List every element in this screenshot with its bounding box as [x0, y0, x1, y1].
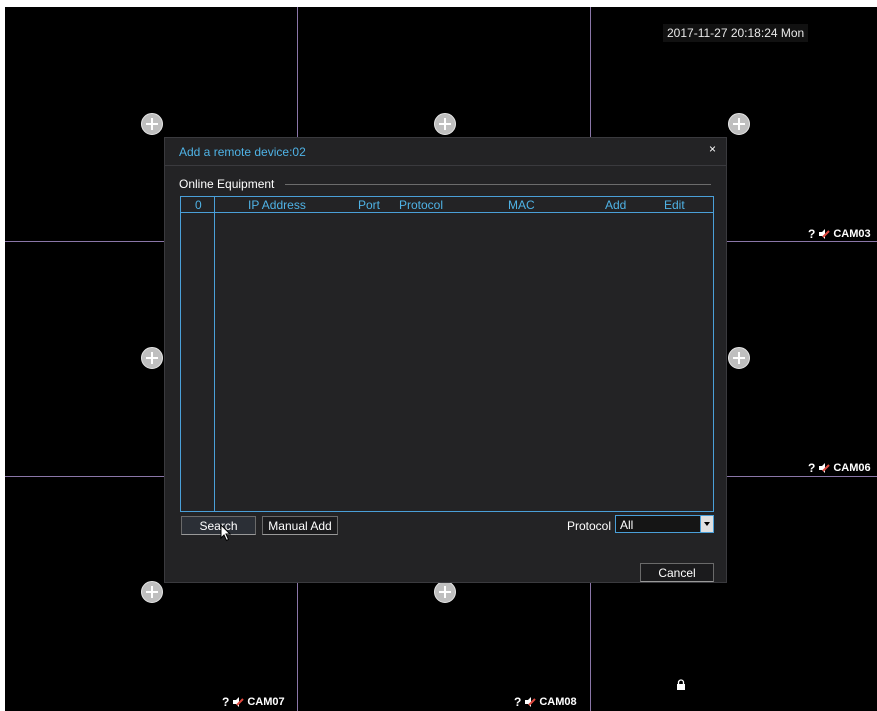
manual-add-button[interactable]: Manual Add: [262, 516, 338, 535]
camera-label-cam06: ? CAM06: [808, 461, 871, 475]
datetime-display: 2017-11-27 20:18:24 Mon: [663, 24, 809, 42]
online-equipment-label: Online Equipment: [179, 177, 275, 191]
protocol-select-value: All: [620, 518, 634, 532]
table-column-divider: [214, 197, 215, 511]
add-camera-icon[interactable]: [728, 113, 750, 135]
add-remote-device-dialog: Add a remote device:02 × Online Equipmen…: [164, 137, 727, 583]
speaker-muted-icon: [232, 697, 245, 707]
unknown-status-icon: ?: [222, 695, 230, 709]
column-header-ip-address[interactable]: IP Address: [248, 198, 306, 212]
unknown-status-icon: ?: [514, 695, 522, 709]
nvr-live-view: 2017-11-27 20:18:24 Mon ? CAM03 ? CAM06 …: [0, 0, 877, 711]
column-header-add[interactable]: Add: [605, 198, 626, 212]
search-button[interactable]: Search: [181, 516, 256, 535]
speaker-muted-icon: [818, 229, 831, 239]
screen-border-left: [0, 0, 5, 711]
lock-icon: [676, 677, 686, 690]
speaker-muted-icon: [524, 697, 537, 707]
column-header-protocol[interactable]: Protocol: [399, 198, 443, 212]
add-camera-icon[interactable]: [434, 113, 456, 135]
cancel-button[interactable]: Cancel: [640, 563, 714, 582]
unknown-status-icon: ?: [808, 227, 816, 241]
group-divider: [285, 184, 711, 185]
mouse-pointer-icon: [220, 523, 232, 542]
add-camera-icon[interactable]: [728, 347, 750, 369]
camera-label-cam08: ? CAM08: [514, 695, 577, 709]
camera-name: CAM08: [539, 696, 577, 708]
camera-label-cam03: ? CAM03: [808, 227, 871, 241]
column-header-mac[interactable]: MAC: [508, 198, 535, 212]
add-camera-icon[interactable]: [434, 581, 456, 603]
screen-border-top: [0, 0, 877, 7]
title-divider: [165, 165, 726, 166]
add-camera-icon[interactable]: [141, 113, 163, 135]
table-header: 0 IP Address Port Protocol MAC Add Edit: [181, 197, 713, 213]
close-icon[interactable]: ×: [709, 142, 716, 156]
add-camera-icon[interactable]: [141, 581, 163, 603]
camera-name: CAM07: [247, 696, 285, 708]
protocol-label: Protocol: [567, 519, 612, 533]
dialog-title: Add a remote device:02: [179, 145, 306, 159]
column-header-port[interactable]: Port: [358, 198, 380, 212]
speaker-muted-icon: [818, 463, 831, 473]
add-camera-icon[interactable]: [141, 347, 163, 369]
unknown-status-icon: ?: [808, 461, 816, 475]
camera-name: CAM03: [833, 228, 871, 240]
column-header-edit[interactable]: Edit: [664, 198, 685, 212]
online-equipment-table[interactable]: 0 IP Address Port Protocol MAC Add Edit: [180, 196, 714, 512]
camera-label-cam07: ? CAM07: [222, 695, 285, 709]
protocol-select[interactable]: All: [615, 515, 714, 533]
chevron-down-icon[interactable]: [700, 516, 713, 532]
column-header-count[interactable]: 0: [195, 198, 202, 212]
camera-name: CAM06: [833, 462, 871, 474]
